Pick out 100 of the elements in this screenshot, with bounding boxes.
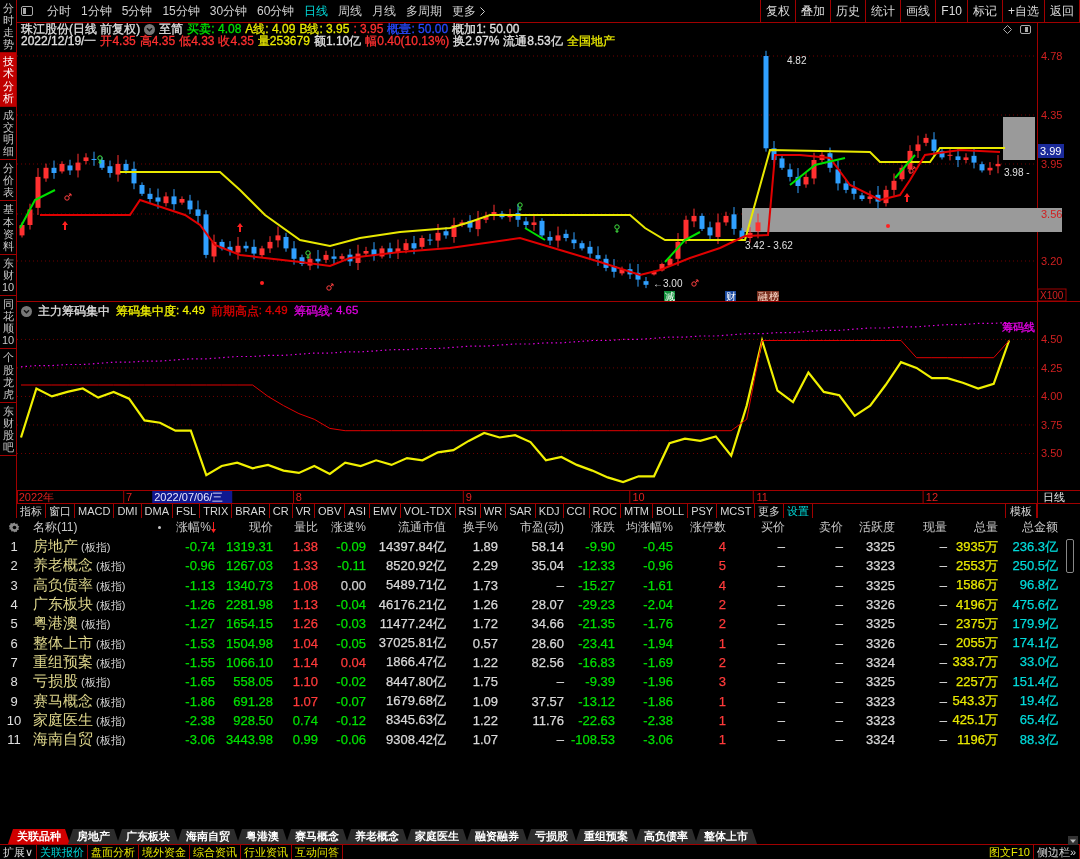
rising-candle bbox=[619, 266, 625, 276]
column-header[interactable]: 涨停数 bbox=[675, 519, 728, 536]
sheet-tab[interactable]: 融资融券 bbox=[466, 829, 528, 844]
sheet-tab[interactable]: 房地产 bbox=[68, 829, 119, 844]
side-tab[interactable]: 东财10 bbox=[0, 254, 16, 297]
sector-name[interactable]: 房地产 bbox=[33, 537, 78, 557]
indicator-tab[interactable]: SAR bbox=[506, 504, 536, 518]
bottom-tab[interactable]: 互动问答 bbox=[292, 845, 344, 859]
sheet-tab[interactable]: 重组预案 bbox=[575, 829, 637, 844]
period-tab[interactable]: 60分钟 bbox=[253, 1, 299, 21]
sheet-tab[interactable]: 广东板块 bbox=[117, 829, 179, 844]
column-header[interactable]: 现价 bbox=[217, 519, 275, 536]
table-cell-text: 543.3万 bbox=[951, 692, 999, 710]
bottom-tab[interactable]: 综合资讯 bbox=[190, 845, 242, 859]
period-tab[interactable]: 15分钟 bbox=[158, 1, 204, 21]
expand-menu[interactable]: 扩展∨ bbox=[0, 845, 38, 859]
sector-name[interactable]: 亏损股 bbox=[33, 672, 78, 692]
sheet-tab[interactable]: 高负债率 bbox=[635, 829, 697, 844]
column-header[interactable]: 买价 bbox=[728, 519, 787, 536]
indicator-tab[interactable]: 设置 bbox=[784, 504, 814, 518]
period-tab[interactable]: 1分钟 bbox=[77, 1, 116, 21]
sheet-tab[interactable]: 赛马概念 bbox=[286, 829, 348, 844]
column-header[interactable]: 现量 bbox=[897, 519, 949, 536]
indicator-tab[interactable]: WR bbox=[480, 504, 507, 518]
sheet-tab[interactable]: 粤港澳 bbox=[237, 829, 288, 844]
side-tab[interactable]: 东财股吧 bbox=[0, 402, 16, 457]
bottom-tab[interactable]: 行业资讯 bbox=[241, 845, 293, 859]
period-tab[interactable]: 月线 bbox=[368, 1, 401, 21]
sheet-tab[interactable]: 家庭医生 bbox=[406, 829, 468, 844]
chevron-down-circle-icon[interactable] bbox=[21, 305, 32, 317]
indicator-tab[interactable]: MACD bbox=[75, 504, 115, 518]
falling-candle bbox=[595, 245, 601, 267]
column-header[interactable]: 活跃度 bbox=[845, 519, 897, 536]
indicator-tab[interactable]: FSL bbox=[173, 504, 201, 518]
bottom-tab[interactable]: 境外资金 bbox=[139, 845, 191, 859]
column-header[interactable]: 涨跌 bbox=[566, 519, 617, 536]
sector-name[interactable]: 广东板块 bbox=[33, 595, 93, 615]
settings-icon[interactable] bbox=[8, 522, 20, 533]
sector-name[interactable]: 重组预案 bbox=[33, 652, 93, 672]
column-header[interactable]: 名称(11) bbox=[28, 519, 155, 536]
sheet-tab[interactable]: 关联品种 bbox=[8, 829, 70, 844]
sheet-tab[interactable]: 亏损股 bbox=[526, 829, 577, 844]
period-tab[interactable]: 多周期 bbox=[402, 1, 447, 21]
column-header[interactable]: 总量 bbox=[949, 519, 1000, 536]
side-tab[interactable]: 基本资料 bbox=[0, 201, 16, 255]
table-cell-text: 8345.63亿 bbox=[385, 711, 447, 730]
column-header[interactable]: 涨幅% bbox=[176, 519, 211, 536]
more-button[interactable]: 更多 bbox=[448, 1, 490, 21]
sheet-tab[interactable]: 海南自贸 bbox=[177, 829, 239, 844]
bar-info-value: 全国地产 bbox=[566, 35, 615, 47]
indicator-tab[interactable]: VR bbox=[292, 504, 315, 518]
column-header[interactable]: 市盈(动) bbox=[500, 519, 566, 536]
sector-name[interactable]: 赛马概念 bbox=[33, 691, 93, 711]
signal-dot-icon bbox=[886, 224, 890, 228]
sheet-tab[interactable]: 养老概念 bbox=[346, 829, 408, 844]
falling-candle bbox=[195, 200, 201, 224]
side-tab[interactable]: 分价表 bbox=[0, 160, 16, 202]
column-header[interactable]: 均涨幅% bbox=[617, 519, 675, 536]
bottom-tab[interactable]: 盘面分析 bbox=[88, 845, 140, 859]
sector-name[interactable]: 粤港澳 bbox=[33, 614, 78, 634]
indicator-tab[interactable]: OBV bbox=[315, 504, 346, 518]
side-tab[interactable]: 分时走势 bbox=[0, 0, 16, 54]
side-tab[interactable]: 技术分析 bbox=[0, 53, 16, 107]
bottom-tab[interactable]: 关联报价 bbox=[37, 845, 89, 859]
template-button[interactable]: 模板 bbox=[1005, 504, 1037, 518]
sector-name[interactable]: 整体上市 bbox=[33, 633, 93, 653]
period-tab[interactable]: 30分钟 bbox=[205, 1, 252, 21]
indicator-tab[interactable]: BOLL bbox=[653, 504, 689, 518]
column-header[interactable]: 卖价 bbox=[787, 519, 845, 536]
column-header[interactable]: 量比 bbox=[275, 519, 320, 536]
table-cell-text: 1.07 bbox=[291, 693, 319, 709]
indicator-tab[interactable]: 指标 bbox=[17, 504, 46, 518]
indicator-tab[interactable]: 更多 bbox=[755, 504, 785, 518]
indicator-tab[interactable]: TRIX bbox=[200, 504, 233, 518]
dropdown-caret-icon[interactable] bbox=[1068, 836, 1078, 846]
sector-name[interactable]: 高负债率 bbox=[33, 575, 93, 595]
sector-name[interactable]: 家庭医生 bbox=[33, 710, 93, 730]
indicator-tab[interactable]: ASI bbox=[345, 504, 370, 518]
mode-label[interactable]: 至简 bbox=[159, 23, 184, 35]
column-header[interactable]: 换手% bbox=[448, 519, 500, 536]
sheet-tab[interactable]: 整体上市 bbox=[695, 829, 757, 844]
sector-name[interactable]: 养老概念 bbox=[33, 556, 93, 576]
panel-toggle-icon[interactable] bbox=[1020, 24, 1031, 34]
diamond-icon[interactable] bbox=[1003, 24, 1012, 34]
scrollbar-thumb[interactable] bbox=[1066, 539, 1074, 573]
period-tab[interactable]: 日线 bbox=[300, 1, 333, 21]
period-tab[interactable]: 周线 bbox=[334, 1, 367, 21]
indicator-tab[interactable]: VOL-TDX bbox=[400, 504, 456, 518]
side-tab[interactable]: 同花顺10 bbox=[0, 296, 16, 350]
price-label: 3.20 bbox=[1041, 255, 1063, 267]
sector-name[interactable]: 海南自贸 bbox=[33, 730, 93, 750]
period-tab[interactable]: 分时 bbox=[43, 1, 75, 21]
column-header[interactable]: 流通市值 bbox=[368, 519, 448, 536]
column-header[interactable]: 涨速% bbox=[320, 519, 368, 536]
side-tab[interactable]: 个股龙虎 bbox=[0, 349, 16, 403]
indicator-tab[interactable]: MTM bbox=[621, 504, 654, 518]
chevron-down-circle-icon[interactable] bbox=[144, 23, 156, 35]
panel-toggle-icon[interactable] bbox=[21, 6, 33, 16]
period-tab[interactable]: 5分钟 bbox=[117, 1, 157, 21]
column-header[interactable]: 总金额 bbox=[1000, 519, 1060, 536]
